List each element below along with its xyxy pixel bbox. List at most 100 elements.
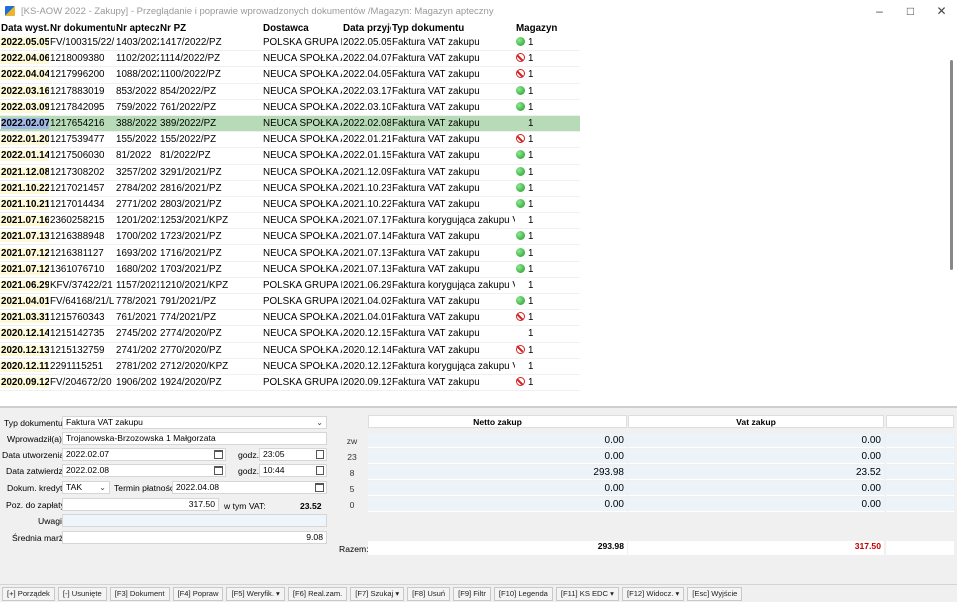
toolbar-button[interactable]: [-] Usunięte [57,586,107,601]
wprow-field[interactable]: Trojanowska-Brzozowska 1 Małgorzata [62,432,327,445]
table-cell: NEUCA SPÓŁKA A [263,344,342,356]
termin-field[interactable]: 2022.04.08 [172,481,327,494]
col-header[interactable]: Data przyję [342,22,391,35]
app-icon [5,6,15,16]
vat-netto-cell[interactable]: 293.98 [368,466,627,480]
vat-vat-cell[interactable]: 23.52 [628,466,884,480]
vat-vat-cell[interactable]: 0.00 [628,482,884,496]
cell-date: 2021.07.12 [1,247,49,259]
utw-godz-field[interactable]: 23:05 [259,448,327,461]
table-row[interactable]: 2020.09.12 FV/204672/20 1906/202 1924/2020/… [0,375,580,392]
kred-select[interactable]: TAK ⌄ [62,481,110,494]
vat-netto-cell[interactable]: 0.00 [368,450,627,464]
table-row[interactable]: 2022.01.20 1217539477 155/2022 155/2022/PZ N… [0,132,580,149]
toolbar-button[interactable]: [F5] Weryfik. ▾ [226,586,285,601]
table-cell: Faktura korygująca zakupu VA [392,279,515,291]
table-cell: Faktura VAT zakupu [392,182,480,194]
spin-icon[interactable] [316,466,324,475]
table-row[interactable]: 2022.03.16 1217883019 853/2022 854/2022/PZ N… [0,84,580,100]
table-row[interactable]: 2021.07.16 2360258215 1201/2021 1253/2021/K… [0,213,580,230]
vat-netto-cell[interactable]: 0.00 [368,482,627,496]
vat-vat-cell[interactable]: 0.00 [628,450,884,464]
col-header[interactable]: Data wyst. [0,22,49,35]
vat-netto-cell[interactable]: 0.00 [368,498,627,512]
table-row[interactable]: 2021.07.12 1216381127 1693/202 1716/2021/PZ… [0,245,580,262]
cell-magazyn: 1 [528,312,534,324]
calendar-icon[interactable] [315,483,324,492]
close-icon[interactable]: ✕ [926,0,957,22]
calendar-icon[interactable] [214,466,223,475]
col-header[interactable]: Typ dokumentu [391,22,515,35]
vat-vat-cell[interactable]: 0.00 [628,434,884,448]
toolbar-button[interactable]: [Esc] Wyjście [687,586,743,601]
table-cell: Faktura VAT zakupu [392,150,480,162]
typ-select[interactable]: Faktura VAT zakupu ⌄ [62,416,327,429]
marza-field[interactable]: 9.08 [62,531,327,544]
toolbar-button[interactable]: [F10] Legenda [493,586,553,601]
table-row[interactable]: 2021.12.08 1217308202 3257/202 3291/2021/PZ… [0,165,580,181]
chevron-down-icon: ⌄ [316,418,323,427]
scroll-thumb[interactable] [950,60,953,270]
col-header[interactable]: Magazyn [515,22,570,35]
table-cell: 2021.06.29 [0,279,49,291]
table-row[interactable]: 2021.04.01 FV/64168/21/L 778/2021 791/2021/… [0,294,580,311]
table-row[interactable]: 2022.04.04 1217996200 1088/2022 1100/2022/P… [0,67,580,84]
table-cell: 2021.07.16 [0,215,49,227]
uwagi-field[interactable] [62,514,327,527]
toolbar-button[interactable]: [+] Porządek [2,586,55,601]
toolbar-button[interactable]: [F7] Szukaj ▾ [350,586,405,601]
table-cell: 1 [515,280,570,291]
table-row[interactable]: 2020.12.11 2291115251 2781/202 2712/2020/KP… [0,359,580,375]
zatw-godz-field[interactable]: 10:44 [259,464,327,477]
table-row[interactable]: 2021.06.29 KFV/37422/21 1157/2021 1210/2021… [0,278,580,294]
toolbar-button[interactable]: [F11] KS EDC ▾ [555,586,619,601]
minimize-icon[interactable]: – [864,0,895,22]
table-row[interactable]: 2022.03.09 1217842095 759/2022 761/2022/PZ N… [0,100,580,116]
calendar-icon[interactable] [214,450,223,459]
cell-date: 2021.10.22 [1,182,49,194]
cell-magazyn: 1 [528,247,534,259]
utw-field[interactable]: 2022.02.07 [62,448,226,461]
toolbar-button[interactable]: [F9] Filtr [453,586,491,601]
table-cell: 2021.07.13 [0,231,49,243]
table-row[interactable]: 2022.02.07 1217654216 388/2022 389/2022/PZ N… [0,115,580,133]
table-row[interactable]: 2020.12.13 1215132759 2741/202 2770/2020/PZ… [0,343,580,359]
cell-date: 2020.12.14 [1,328,49,340]
zatw-field[interactable]: 2022.02.08 [62,464,226,477]
vat-netto-cell[interactable]: 0.00 [368,434,627,448]
col-header[interactable]: Dostawca [262,22,342,35]
vertical-scrollbar[interactable] [946,22,957,406]
table-cell: 1 [515,134,570,145]
toolbar-button[interactable]: [F12] Widocz. ▾ [621,586,685,601]
cell-date: 2021.06.29 [1,279,49,291]
toolbar-button[interactable]: [F4] Popraw [172,586,224,601]
table-cell: POLSKA GRUPA F [263,296,342,308]
table-cell: NEUCA SPÓŁKA A [263,150,342,162]
table-row[interactable]: 2021.10.22 1217021457 2784/202 2816/2021/PZ… [0,181,580,197]
col-header[interactable]: Nr aptecz [115,22,159,35]
table-row[interactable]: 2021.07.13 1216388948 1700/202 1723/2021/PZ… [0,229,580,246]
documents-grid[interactable]: Data wyst. Nr dokumentu Nr aptecz Nr PZ … [0,22,580,392]
vat-rate-label: 0 [349,500,355,510]
vat-vat-cell[interactable]: 0.00 [628,498,884,512]
col-header[interactable]: Nr PZ [159,22,262,35]
col-header[interactable]: Nr dokumentu [49,22,115,35]
toolbar-button[interactable]: [F8] Usuń [407,586,451,601]
table-row[interactable]: 2022.01.14 1217506030 81/2022 81/2022/PZ NEU… [0,148,580,165]
table-cell: FV/204672/20 [50,377,112,389]
poz-field[interactable]: 317.50 [62,498,219,511]
table-cell: 1 [515,69,570,80]
table-cell: 1723/2021/PZ [160,231,222,243]
maximize-icon[interactable]: □ [895,0,926,22]
table-row[interactable]: 2020.12.14 1215142735 2745/202 2774/2020/PZ… [0,326,580,343]
spin-icon[interactable] [316,450,324,459]
table-row[interactable]: 2021.10.21 1217014434 2771/202 2803/2021/PZ… [0,197,580,214]
table-row[interactable]: 2021.03.31 1215760343 761/2021 774/2021/PZ N… [0,310,580,327]
table-row[interactable]: 2022.05.05 FV/100315/22/1403/2022 1417/202… [0,35,580,52]
toolbar-button[interactable]: [F3] Dokument [109,586,170,601]
table-row[interactable]: 2021.07.12 1361076710 1680/202 1703/2021/PZ… [0,262,580,278]
no-entry-red-icon [516,53,525,63]
toolbar-button[interactable]: [F6] Real.zam. [287,586,348,601]
table-row[interactable]: 2022.04.06 1218009380 1102/2022 1114/2022/P… [0,51,580,68]
cell-date: 2022.04.04 [1,69,49,81]
